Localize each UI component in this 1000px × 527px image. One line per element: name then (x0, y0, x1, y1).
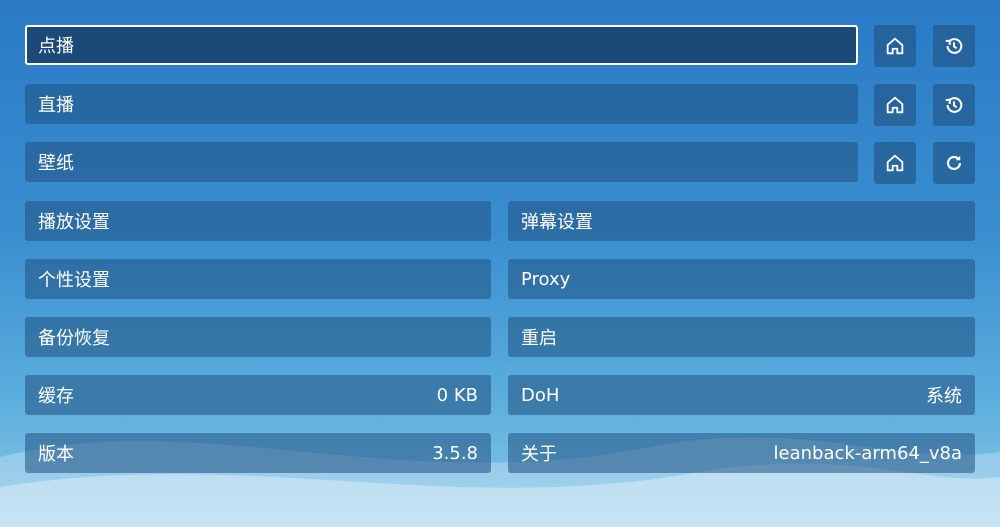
cache-button[interactable]: 缓存 0 KB (25, 375, 491, 415)
about-label: 关于 (521, 444, 557, 465)
live-history-button[interactable] (933, 84, 975, 126)
proxy-label: Proxy (521, 268, 571, 290)
vod-history-button[interactable] (933, 25, 975, 67)
history-icon (945, 38, 963, 54)
backup-restore-label: 备份恢复 (38, 328, 110, 349)
playback-settings-button[interactable]: 播放设置 (25, 201, 491, 241)
wallpaper-label: 壁纸 (38, 153, 74, 174)
danmaku-settings-button[interactable]: 弹幕设置 (508, 201, 975, 241)
proxy-button[interactable]: Proxy (508, 259, 975, 299)
cache-value: 0 KB (436, 384, 478, 406)
danmaku-settings-label: 弹幕设置 (521, 212, 593, 233)
vod-home-button[interactable] (874, 25, 916, 67)
restart-button[interactable]: 重启 (508, 317, 975, 357)
refresh-icon (946, 155, 962, 171)
wallpaper-button[interactable]: 壁纸 (25, 142, 858, 182)
home-icon (886, 154, 904, 172)
vod-source-button[interactable]: 点播 (25, 25, 858, 65)
personal-settings-button[interactable]: 个性设置 (25, 259, 491, 299)
home-icon (886, 37, 904, 55)
about-button[interactable]: 关于 leanback-arm64_v8a (508, 433, 975, 473)
doh-value: 系统 (926, 386, 962, 407)
doh-button[interactable]: DoH 系统 (508, 375, 975, 415)
history-icon (945, 97, 963, 113)
home-icon (886, 96, 904, 114)
playback-settings-label: 播放设置 (38, 212, 110, 233)
cache-label: 缓存 (38, 386, 74, 407)
version-label: 版本 (38, 444, 74, 465)
live-source-label: 直播 (38, 95, 74, 116)
doh-label: DoH (521, 384, 560, 406)
live-source-button[interactable]: 直播 (25, 84, 858, 124)
wallpaper-refresh-button[interactable] (933, 142, 975, 184)
about-value: leanback-arm64_v8a (773, 442, 962, 464)
version-value: 3.5.8 (432, 442, 478, 464)
live-home-button[interactable] (874, 84, 916, 126)
restart-label: 重启 (521, 328, 557, 349)
version-button[interactable]: 版本 3.5.8 (25, 433, 491, 473)
vod-source-label: 点播 (38, 36, 74, 57)
personal-settings-label: 个性设置 (38, 270, 110, 291)
wallpaper-home-button[interactable] (874, 142, 916, 184)
backup-restore-button[interactable]: 备份恢复 (25, 317, 491, 357)
